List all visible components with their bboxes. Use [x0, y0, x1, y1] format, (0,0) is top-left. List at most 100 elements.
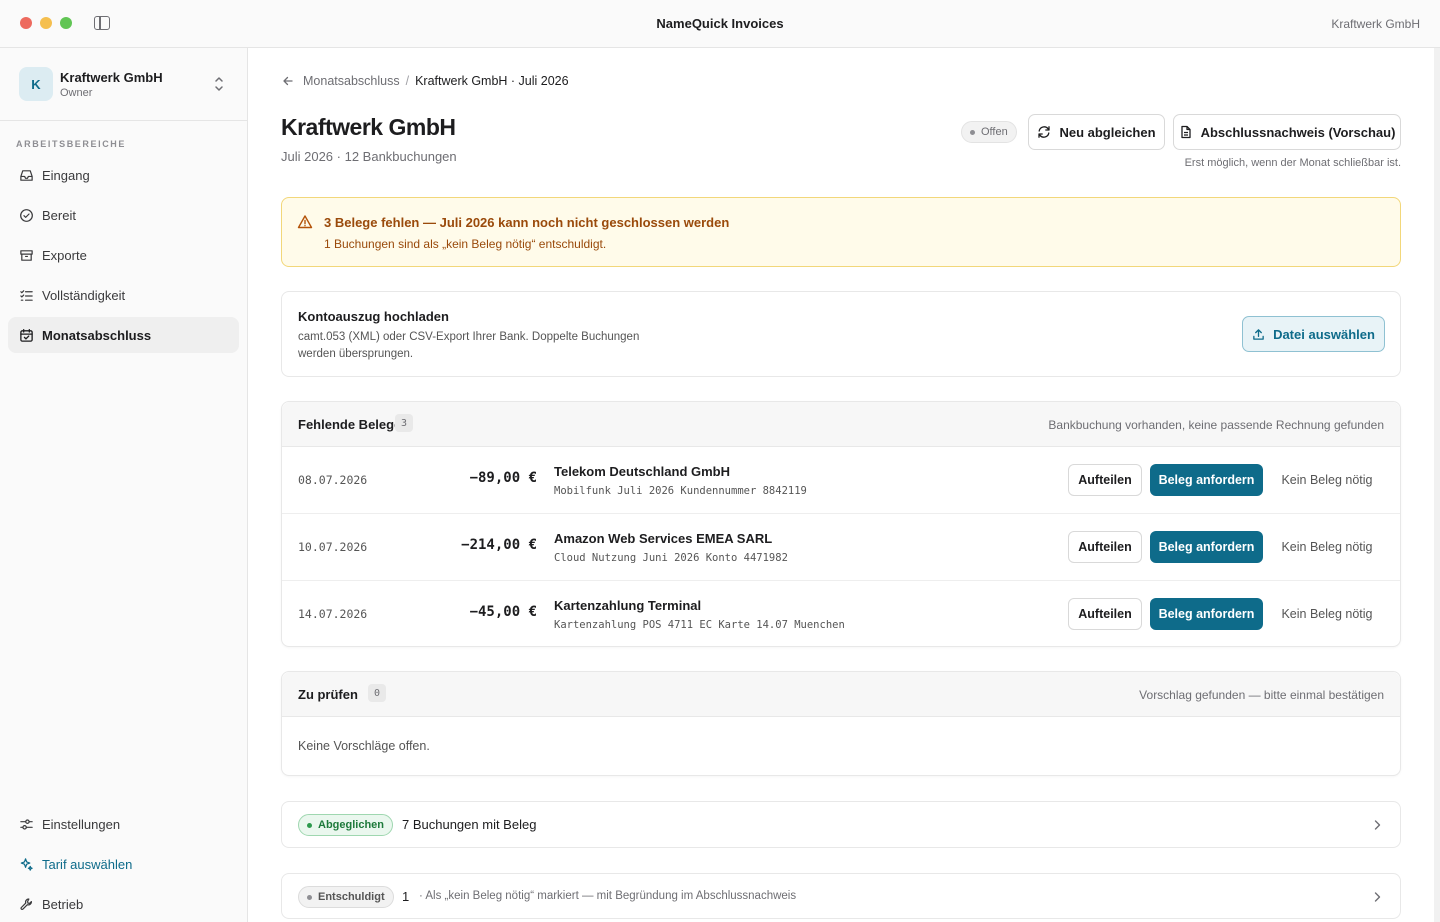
booking-vendor: Kartenzahlung Terminal [554, 598, 702, 613]
breadcrumb: Monatsabschluss / Kraftwerk GmbH · Juli … [281, 74, 569, 88]
booking-date: 10.07.2026 [298, 540, 368, 554]
booking-vendor: Amazon Web Services EMEA SARL [554, 531, 773, 546]
org-role: Owner [60, 87, 93, 99]
sidebar-item-label: Tarif auswählen [42, 856, 133, 872]
arrow-left-icon[interactable] [281, 74, 295, 88]
split-button[interactable]: Aufteilen [1068, 598, 1142, 630]
org-switcher[interactable]: K Kraftwerk GmbH Owner [0, 48, 247, 121]
table-row: 14.07.2026 −45,00 € Kartenzahlung Termin… [282, 581, 1400, 648]
sidebar-item-label: Betrieb [42, 896, 84, 912]
excused-pill-label: Entschuldigt [318, 891, 385, 903]
table-row: 08.07.2026 −89,00 € Telekom Deutschland … [282, 447, 1400, 514]
booking-amount: −45,00 € [469, 604, 537, 620]
sidebar-item-label: Exporte [42, 247, 87, 263]
inbox-icon [20, 169, 33, 181]
missing-receipts-alert: 3 Belege fehlen — Juli 2026 kann noch ni… [281, 197, 1401, 267]
sparkle-icon [20, 857, 33, 871]
breadcrumb-current: Kraftwerk GmbH · Juli 2026 [415, 74, 569, 88]
booking-date: 08.07.2026 [298, 473, 368, 487]
section-note: Vorschlag gefunden — bitte einmal bestät… [1139, 688, 1384, 702]
sidebar-item-label: Vollständigkeit [42, 287, 126, 303]
refresh-icon [1038, 126, 1051, 138]
table-row: 10.07.2026 −214,00 € Amazon Web Services… [282, 514, 1400, 581]
matched-bookings-row[interactable]: Abgeglichen 7 Buchungen mit Beleg [281, 801, 1401, 848]
titlebar-org-label: Kraftwerk GmbH [1331, 17, 1420, 31]
booking-memo: Kartenzahlung POS 4711 EC Karte 14.07 Mu… [554, 619, 845, 631]
org-avatar: K [19, 67, 53, 101]
sidebar-item-betrieb[interactable]: Betrieb [8, 886, 239, 922]
booking-vendor: Telekom Deutschland GmbH [554, 464, 731, 479]
upload-description: camt.053 (XML) oder CSV-Export Ihrer Ban… [298, 331, 640, 360]
section-title: Fehlende Belege [298, 417, 402, 432]
section-note: Bankbuchung vorhanden, keine passende Re… [1048, 418, 1384, 432]
sidebar-item-bereit[interactable]: Bereit [8, 197, 239, 233]
empty-state: Keine Vorschläge offen. [298, 739, 430, 753]
wrench-icon [20, 897, 32, 910]
status-badge: Offen [961, 121, 1017, 143]
split-button[interactable]: Aufteilen [1068, 464, 1142, 496]
booking-date: 14.07.2026 [298, 607, 368, 621]
warning-icon [297, 215, 313, 229]
check-circle-icon [20, 208, 33, 222]
statement-upload-card: Kontoauszug hochladen camt.053 (XML) ode… [281, 291, 1401, 377]
app-title: NameQuick Invoices [656, 16, 784, 31]
split-button[interactable]: Aufteilen [1068, 531, 1142, 563]
sidebar: K Kraftwerk GmbH Owner ARBEITSBEREICHE E… [0, 48, 248, 922]
sidebar-item-label: Monatsabschluss [42, 327, 152, 343]
sidebar-item-tarif[interactable]: Tarif auswählen [8, 846, 239, 882]
alert-body: 1 Buchungen sind als „kein Beleg nötig“ … [324, 237, 607, 251]
request-receipt-button[interactable]: Beleg anfordern [1150, 464, 1263, 496]
review-section: Zu prüfen 0 Vorschlag gefunden — bitte e… [281, 671, 1401, 776]
calendar-check-icon [20, 328, 33, 342]
sidebar-item-vollstaendigkeit[interactable]: Vollständigkeit [8, 277, 239, 313]
matched-label: 7 Buchungen mit Beleg [402, 817, 537, 832]
checklist-icon [20, 289, 33, 301]
page-subtitle: Juli 2026 · 12 Bankbuchungen [281, 149, 457, 164]
excused-count: 1 [402, 889, 410, 904]
upload-icon [1253, 328, 1264, 340]
section-title: Zu prüfen [298, 687, 358, 702]
sidebar-item-eingang[interactable]: Eingang [8, 157, 239, 193]
missing-receipts-section: Fehlende Belege 3 Bankbuchung vorhanden,… [281, 401, 1401, 647]
excused-bookings-row[interactable]: Entschuldigt 1 · Als „kein Beleg nötig“ … [281, 873, 1401, 919]
matched-pill-label: Abgeglichen [318, 819, 385, 831]
breadcrumb-parent-link[interactable]: Monatsabschluss [303, 74, 400, 88]
sidebar-item-exporte[interactable]: Exporte [8, 237, 239, 273]
request-receipt-button[interactable]: Beleg anfordern [1150, 598, 1263, 630]
reconcile-button[interactable]: Neu abgleichen [1028, 114, 1165, 150]
reconcile-button-label: Neu abgleichen [1059, 124, 1156, 140]
booking-amount: −89,00 € [469, 470, 537, 486]
matched-dot-icon [307, 822, 312, 828]
org-name: Kraftwerk GmbH [60, 70, 163, 85]
breadcrumb-separator: / [405, 74, 410, 88]
choose-file-button[interactable]: Datei auswählen [1242, 316, 1385, 352]
closing-report-hint: Erst möglich, wenn der Monat schließbar … [1184, 157, 1401, 169]
section-header: Zu prüfen 0 Vorschlag gefunden — bitte e… [282, 672, 1400, 717]
closing-report-button-label: Abschlussnachweis (Vorschau) [1200, 124, 1396, 140]
request-receipt-button[interactable]: Beleg anfordern [1150, 531, 1263, 563]
status-badge-label: Offen [981, 126, 1008, 138]
upload-title: Kontoauszug hochladen [298, 309, 449, 324]
section-header: Fehlende Belege 3 Bankbuchung vorhanden,… [282, 402, 1400, 447]
no-receipt-needed-button[interactable]: Kein Beleg nötig [1272, 598, 1382, 630]
count-badge: 0 [368, 684, 386, 702]
excused-dot-icon [307, 894, 312, 900]
booking-amount: −214,00 € [461, 537, 537, 553]
sliders-icon [20, 818, 33, 830]
no-receipt-needed-button[interactable]: Kein Beleg nötig [1272, 531, 1382, 563]
chevron-right-icon [1374, 820, 1381, 830]
sidebar-item-einstellungen[interactable]: Einstellungen [8, 806, 239, 842]
chevron-up-down-icon [215, 77, 223, 91]
no-receipt-needed-button[interactable]: Kein Beleg nötig [1272, 464, 1382, 496]
alert-title: 3 Belege fehlen — Juli 2026 kann noch ni… [324, 215, 730, 230]
sidebar-item-monatsabschluss[interactable]: Monatsabschluss [8, 317, 239, 353]
matched-pill: Abgeglichen [298, 814, 394, 836]
closing-report-button[interactable]: Abschlussnachweis (Vorschau) [1173, 114, 1401, 150]
scrollbar[interactable] [1434, 48, 1440, 922]
document-icon [1180, 125, 1191, 139]
booking-memo: Mobilfunk Juli 2026 Kundennummer 8842119 [554, 485, 807, 497]
sidebar-item-label: Eingang [42, 167, 90, 183]
excused-pill: Entschuldigt [298, 886, 394, 908]
chevron-right-icon [1374, 892, 1381, 902]
page-title: Kraftwerk GmbH [281, 114, 456, 140]
